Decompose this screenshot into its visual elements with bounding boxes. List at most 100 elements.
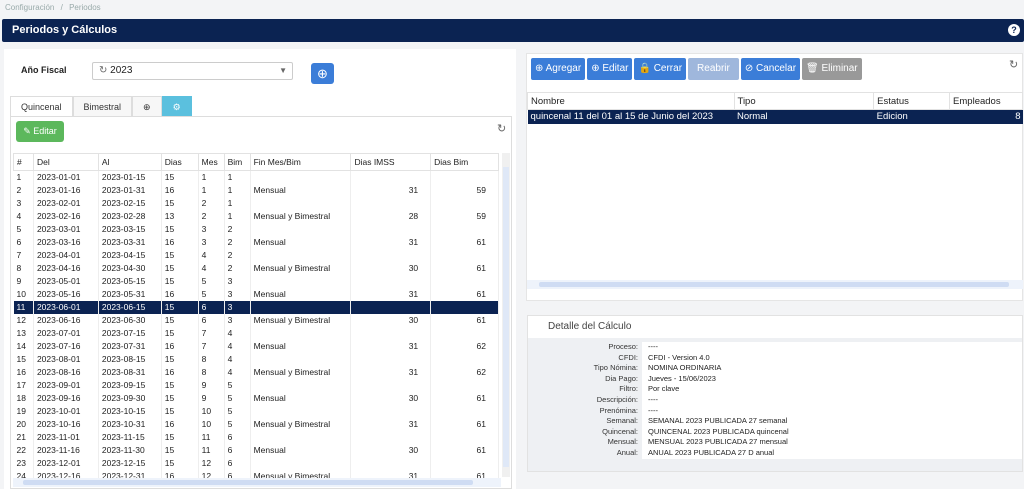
table-cell: 2023-07-15 (98, 326, 162, 340)
table-row[interactable]: 17 2023-09-01 2023-09-15 15 9 5 (13, 378, 499, 392)
add-tab-button[interactable]: ⊕ (132, 96, 162, 116)
table-row[interactable]: 18 2023-09-16 2023-09-30 15 9 5 Mensual 30 61 (13, 391, 499, 405)
horizontal-scrollbar[interactable] (13, 478, 501, 487)
table-cell: 2023-02-15 (98, 196, 162, 210)
table-cell: 1 (198, 183, 225, 197)
table-row[interactable]: 20 2023-10-16 2023-10-31 16 10 5 Mensual y Bim… (13, 417, 499, 431)
table-cell: Mensual (250, 183, 352, 197)
table-row[interactable]: 14 2023-07-16 2023-07-31 16 7 4 Mensual 31 62 (13, 339, 499, 353)
table-row[interactable]: 11 2023-06-01 2023-06-15 15 6 3 (13, 300, 499, 314)
column-header[interactable]: Dias (160, 153, 199, 171)
table-cell: 2023-08-31 (98, 365, 162, 379)
horizontal-scrollbar[interactable] (527, 280, 1023, 289)
table-row[interactable]: 1 2023-01-01 2023-01-15 15 1 1 (13, 170, 499, 184)
column-header[interactable]: Nombre (527, 92, 735, 110)
table-row[interactable]: 6 2023-03-16 2023-03-31 16 3 2 Mensual 31 61 (13, 235, 499, 249)
table-cell (430, 274, 499, 288)
table-cell: 2023-07-01 (33, 326, 99, 340)
table-cell: 15 (161, 274, 199, 288)
help-icon[interactable]: ? (1008, 24, 1020, 36)
table-row[interactable]: 19 2023-10-01 2023-10-15 15 10 5 (13, 404, 499, 418)
table-cell (430, 170, 499, 184)
column-header[interactable]: Mes (197, 153, 225, 171)
table-cell: 2023-07-16 (33, 339, 99, 353)
edit-periods-button[interactable]: ✎ Editar (16, 121, 64, 142)
table-cell: 28 (350, 209, 432, 223)
column-header[interactable]: Empleados (949, 92, 1023, 110)
detail-label: Anual: (616, 447, 638, 457)
table-cell: 7 (198, 339, 225, 353)
table-cell: 5 (198, 274, 225, 288)
table-cell: 4 (198, 248, 225, 262)
detail-label: Filtro: (619, 384, 638, 394)
table-cell: 8 (949, 109, 1023, 124)
table-cell: 62 (430, 365, 499, 379)
column-header[interactable]: Fin Mes/Bim (249, 153, 352, 171)
gear-icon[interactable]: ⚙ (161, 96, 192, 116)
detail-label: Prenómina: (599, 405, 638, 415)
breadcrumb-config[interactable]: Configuración (5, 3, 54, 12)
agregar-button[interactable]: ⊕ Agregar (531, 58, 586, 80)
column-header[interactable]: Estatus (873, 92, 951, 110)
detail-label: Descripción: (596, 394, 638, 404)
table-cell: 4 (13, 209, 34, 223)
column-header[interactable]: Tipo (733, 92, 875, 110)
detail-value: ---- (642, 394, 1022, 406)
table-cell: 15 (161, 300, 199, 314)
table-cell (350, 196, 432, 210)
column-header[interactable]: Al (97, 153, 162, 171)
tab-bimestral[interactable]: Bimestral (72, 96, 133, 116)
table-cell: 2 (13, 183, 34, 197)
vertical-scrollbar[interactable] (502, 153, 510, 477)
column-header[interactable]: Dias Bim (430, 153, 499, 171)
table-cell: 15 (161, 456, 199, 470)
table-cell (350, 378, 432, 392)
table-cell: 61 (430, 261, 499, 275)
refresh-icon[interactable]: ↻ (1009, 58, 1018, 71)
table-row[interactable]: 13 2023-07-01 2023-07-15 15 7 4 (13, 326, 499, 340)
table-cell: 31 (350, 183, 432, 197)
column-header[interactable]: Del (32, 153, 99, 171)
table-row[interactable]: 8 2023-04-16 2023-04-30 15 4 2 Mensual y Bimes… (13, 261, 499, 275)
table-row[interactable]: 3 2023-02-01 2023-02-15 15 2 1 (13, 196, 499, 210)
table-row[interactable]: 7 2023-04-01 2023-04-15 15 4 2 (13, 248, 499, 262)
table-cell (250, 170, 352, 184)
table-row[interactable]: 23 2023-12-01 2023-12-15 15 12 6 (13, 456, 499, 470)
add-fiscal-year-button[interactable]: ⊕ (311, 63, 334, 84)
reabrir-button[interactable]: Reabrir (688, 58, 739, 80)
table-cell: 2023-05-16 (33, 287, 99, 301)
cancelar-button[interactable]: ⊘ Cancelar (740, 58, 801, 80)
table-cell: 31 (350, 365, 432, 379)
table-row[interactable]: 2 2023-01-16 2023-01-31 16 1 1 Mensual 31 59 (13, 183, 499, 197)
cerrar-button[interactable]: 🔒 Cerrar (634, 58, 687, 80)
column-header[interactable]: Bim (223, 153, 251, 171)
table-row[interactable]: 16 2023-08-16 2023-08-31 16 8 4 Mensual y Bime… (13, 365, 499, 379)
column-header[interactable]: # (13, 153, 34, 171)
detail-value: ---- (642, 405, 1022, 417)
fiscal-year-select[interactable]: ↻ 2023 ▼ (92, 62, 293, 80)
table-row[interactable]: 15 2023-08-01 2023-08-15 15 8 4 (13, 352, 499, 366)
refresh-icon[interactable]: ↻ (497, 122, 506, 135)
table-row[interactable]: 9 2023-05-01 2023-05-15 15 5 3 (13, 274, 499, 288)
breadcrumb-separator: / (60, 3, 63, 12)
table-row[interactable]: 21 2023-11-01 2023-11-15 15 11 6 (13, 430, 499, 444)
table-cell: 61 (430, 287, 499, 301)
table-row[interactable]: 5 2023-03-01 2023-03-15 15 3 2 (13, 222, 499, 236)
table-row[interactable]: 12 2023-06-16 2023-06-30 15 6 3 Mensual y Bime… (13, 313, 499, 327)
table-cell: 11 (198, 443, 225, 457)
table-cell: 1 (224, 170, 251, 184)
detail-title: Detalle del Cálculo (528, 316, 1022, 338)
table-cell: 5 (198, 287, 225, 301)
table-row[interactable]: 22 2023-11-16 2023-11-30 15 11 6 Mensual 30 61 (13, 443, 499, 457)
table-cell: 12 (13, 313, 34, 327)
column-header[interactable]: Dias IMSS (350, 153, 432, 171)
table-row[interactable]: 4 2023-02-16 2023-02-28 13 2 1 Mensual y Bimes… (13, 209, 499, 223)
editar-button[interactable]: ⊕ Editar (587, 58, 633, 80)
table-cell: 16 (13, 365, 34, 379)
table-row[interactable]: 10 2023-05-16 2023-05-31 16 5 3 Mensual 31 61 (13, 287, 499, 301)
table-row[interactable]: quincenal 11 del 01 al 15 de Junio del 2… (527, 109, 1023, 124)
table-cell: 4 (224, 339, 251, 353)
eliminar-button[interactable]: 🗑 Eliminar (802, 58, 862, 80)
tab-quincenal[interactable]: Quincenal (10, 96, 73, 116)
table-cell: 5 (224, 417, 251, 431)
